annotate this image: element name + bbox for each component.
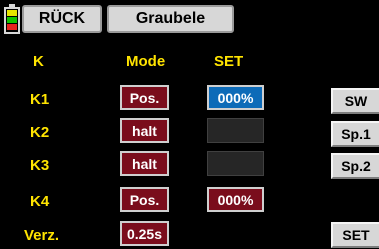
delay-label: Verz. [24,227,60,244]
header-set: SET [214,53,244,70]
mode-value-k3[interactable]: halt [120,151,169,176]
set-value-k3 [207,151,264,176]
row-label-k4: K4 [30,193,50,210]
set-button[interactable]: SET [331,222,379,248]
sp2-button[interactable]: Sp.2 [331,153,379,179]
delay-value[interactable]: 0.25s [120,221,169,246]
set-value-k2 [207,118,264,143]
header-channel: K [33,53,44,70]
mode-value-k2[interactable]: halt [120,118,169,143]
row-label-k2: K2 [30,124,50,141]
sw-button[interactable]: SW [331,88,379,114]
back-button[interactable]: RÜCK [22,5,102,33]
mode-value-k4[interactable]: Pos. [120,187,169,212]
model-name: Graubele [107,5,234,33]
set-value-k1[interactable]: 000% [207,85,264,110]
set-value-k4[interactable]: 000% [207,187,264,212]
battery-icon [4,4,20,34]
sp1-button[interactable]: Sp.1 [331,121,379,147]
row-label-k1: K1 [30,91,50,108]
row-label-k3: K3 [30,157,50,174]
header-mode: Mode [126,53,166,70]
mode-value-k1[interactable]: Pos. [120,85,169,110]
